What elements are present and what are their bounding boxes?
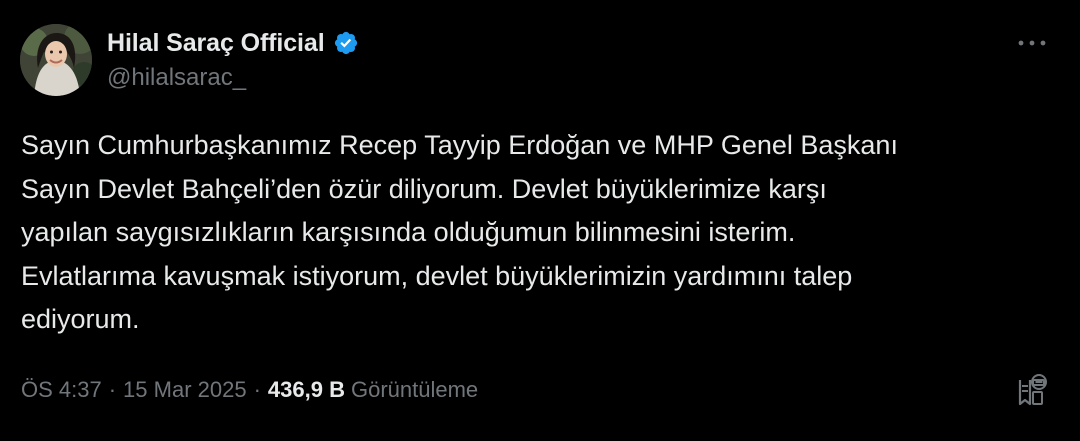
views-label: Görüntüleme — [350, 377, 479, 402]
avatar[interactable] — [20, 24, 92, 96]
more-horizontal-icon — [1018, 40, 1046, 46]
author-name-row: Hilal Saraç Official — [107, 26, 359, 60]
avatar-image — [20, 24, 92, 96]
meta-separator: · — [253, 377, 261, 402]
tweet-date[interactable]: 15 Mar 2025 — [123, 377, 247, 403]
tweet-card: Hilal Saraç Official @hilalsarac_ Sayın … — [0, 0, 1080, 441]
author-display-name[interactable]: Hilal Saraç Official — [107, 29, 325, 58]
more-options-button[interactable] — [1014, 30, 1050, 56]
author-handle[interactable]: @hilalsarac_ — [107, 64, 246, 92]
tweet-text: Sayın Cumhurbaşkanımız Recep Tayyip Erdo… — [21, 130, 898, 334]
bookmark-list-button[interactable] — [1016, 374, 1048, 408]
tweet-meta: ÖS 4:37 · 15 Mar 2025 · 436,9 B Görüntül… — [21, 374, 478, 406]
verified-badge-icon[interactable] — [333, 30, 359, 56]
tweet-time[interactable]: ÖS 4:37 — [21, 377, 102, 403]
bookmark-list-icon — [1018, 374, 1047, 406]
meta-separator: · — [108, 377, 117, 402]
view-count[interactable]: 436,9 B — [268, 377, 345, 403]
